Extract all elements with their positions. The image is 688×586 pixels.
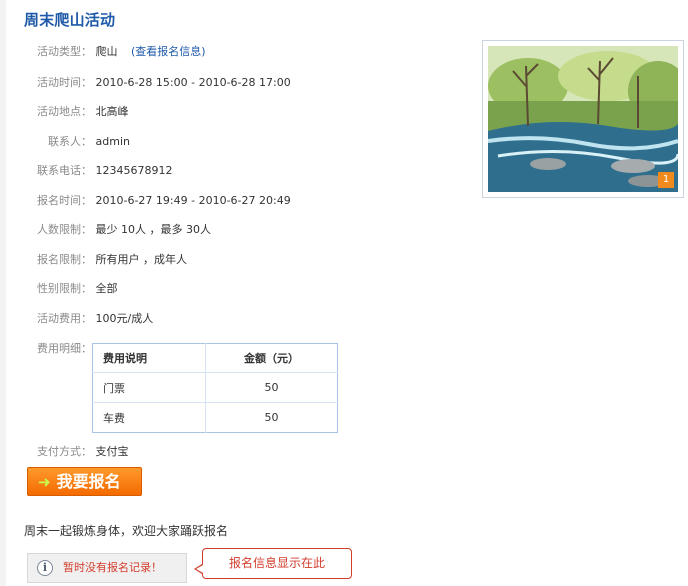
fee-label: 活动费用：: [37, 312, 92, 325]
gender-limit-label: 性别限制：: [37, 282, 92, 295]
detail-row-people-limit: 人数限制： 最少 10人 ，最多 30人: [24, 222, 211, 238]
detail-row-gender-limit: 性别限制： 全部: [24, 281, 118, 297]
welcome-text: 周末一起锻炼身体，欢迎大家踊跃报名: [24, 524, 229, 538]
time-label: 活动时间：: [37, 76, 92, 89]
detail-row-payment: 支付方式： 支付宝: [24, 444, 129, 460]
detail-row-signup-time: 报名时间： 2010-6-27 19:49 - 2010-6-27 20:49: [24, 193, 291, 209]
place-value: 北高峰: [95, 105, 129, 118]
activity-photo-frame[interactable]: 1: [482, 40, 684, 198]
people-limit-value: 最少 10人 ，最多 30人: [95, 223, 211, 236]
type-value: 爬山: [95, 45, 118, 58]
detail-row-phone: 联系电话： 12345678912: [24, 163, 172, 179]
landscape-illustration: [488, 46, 678, 192]
fee-amount-cell: 50: [204, 402, 338, 433]
detail-row-signup-limit: 报名限制： 所有用户 ，成年人: [24, 252, 187, 268]
left-border: [0, 0, 6, 586]
phone-label: 联系电话：: [37, 164, 92, 177]
fee-desc-cell: 门票: [92, 372, 206, 403]
fee-value: 100元/成人: [95, 312, 154, 325]
detail-row-contact: 联系人： admin: [24, 134, 130, 150]
signup-limit-label: 报名限制：: [37, 253, 92, 266]
activity-photo[interactable]: 1: [488, 46, 678, 192]
empty-signup-notice: i 暂时没有报名记录！: [27, 553, 187, 583]
view-signup-info-link[interactable]: (查看报名信息): [131, 45, 206, 58]
table-row: 车费 50: [92, 402, 338, 433]
fee-desc-cell: 车费: [92, 402, 206, 433]
signup-button-label: 我要报名: [56, 472, 121, 491]
payment-value: 支付宝: [95, 445, 129, 458]
place-label: 活动地点：: [37, 105, 92, 118]
phone-value: 12345678912: [95, 164, 173, 177]
gender-limit-value: 全部: [95, 282, 118, 295]
signup-time-label: 报名时间：: [37, 194, 92, 207]
detail-row-fee: 活动费用： 100元/成人: [24, 311, 153, 327]
time-value: 2010-6-28 15:00 - 2010-6-28 17:00: [95, 76, 291, 89]
contact-label: 联系人：: [48, 135, 92, 148]
people-limit-label: 人数限制：: [37, 223, 92, 236]
empty-notice-text: 暂时没有报名记录！: [63, 561, 162, 574]
detail-row-fee-detail: 费用明细：: [24, 341, 92, 357]
signup-limit-value: 所有用户 ，成年人: [95, 253, 188, 266]
payment-label: 支付方式：: [37, 445, 92, 458]
fee-desc-header: 费用说明: [92, 343, 206, 373]
info-icon: i: [37, 560, 53, 576]
fee-detail-table: 费用说明 金额（元） 门票 50 车费 50: [92, 343, 338, 433]
detail-row-place: 活动地点： 北高峰: [24, 104, 129, 120]
signup-button[interactable]: ➜ 我要报名: [27, 467, 142, 496]
photo-index-badge[interactable]: 1: [658, 172, 674, 188]
page-title: 周末爬山活动: [24, 11, 116, 29]
arrow-right-icon: ➜: [38, 473, 51, 491]
signup-time-value: 2010-6-27 19:49 - 2010-6-27 20:49: [95, 194, 291, 207]
signup-info-callout: 报名信息显示在此: [194, 548, 352, 579]
fee-amount-header: 金额（元）: [204, 343, 338, 373]
table-row: 门票 50: [92, 372, 338, 403]
detail-row-type: 活动类型： 爬山 (查看报名信息): [24, 44, 206, 60]
fee-detail-label: 费用明细：: [37, 342, 92, 355]
contact-value: admin: [95, 135, 130, 148]
type-label: 活动类型：: [37, 45, 92, 58]
detail-row-time: 活动时间： 2010-6-28 15:00 - 2010-6-28 17:00: [24, 75, 291, 91]
fee-table-header: 费用说明 金额（元）: [92, 343, 338, 373]
fee-amount-cell: 50: [204, 372, 338, 403]
